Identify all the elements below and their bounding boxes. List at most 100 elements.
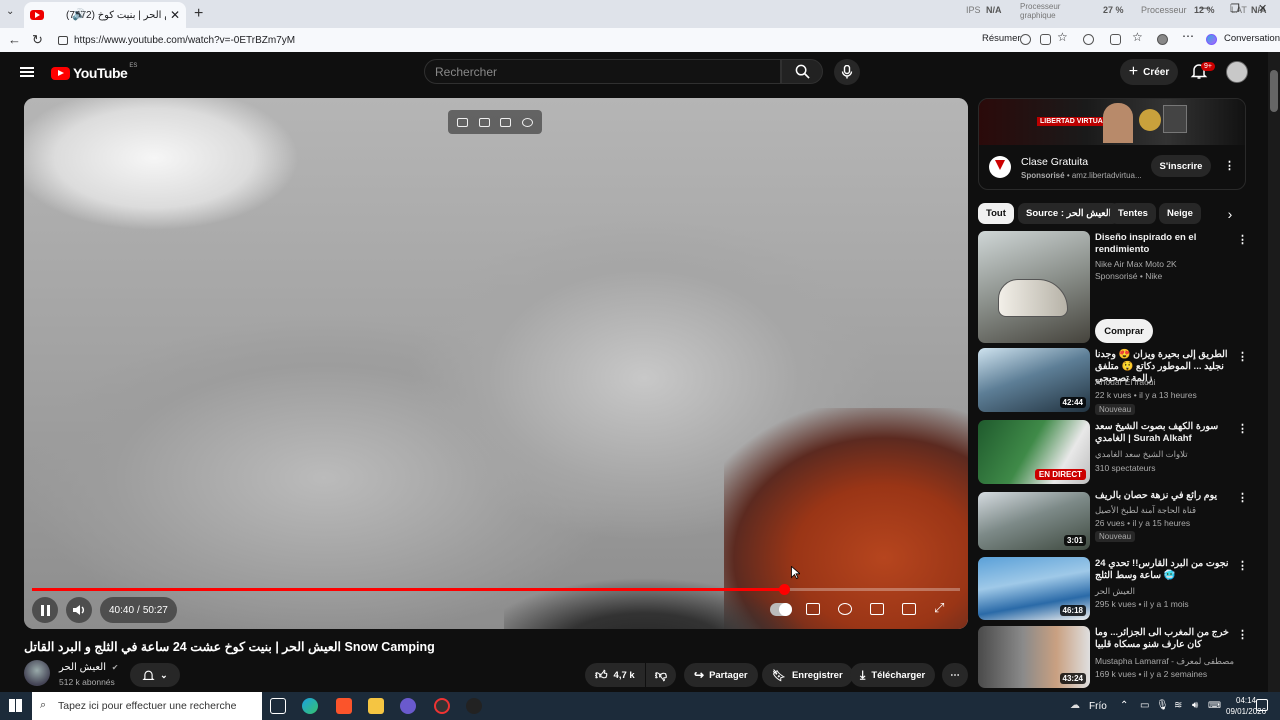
related-thumbnail-2[interactable]: EN DIRECT: [978, 420, 1090, 484]
related-title-4[interactable]: نجوت من البرد القارس!! تحدي 24 ساعة وسط …: [1095, 558, 1235, 582]
read-mode-icon[interactable]: [1040, 34, 1051, 45]
more-options-icon[interactable]: ⋯: [1182, 29, 1194, 43]
sidebar-ad[interactable]: LIBERTAD VIRTUAL Clase Gratuita Sponsori…: [978, 98, 1246, 190]
tab-list-chevron-icon[interactable]: ⌄: [6, 6, 14, 17]
app-icon-purple[interactable]: [400, 698, 416, 714]
cast-icon[interactable]: [902, 603, 916, 615]
url-field[interactable]: https://www.youtube.com/watch?v=-0ETrBZm…: [52, 31, 972, 49]
tray-chevron-icon[interactable]: ⌃: [1120, 700, 1128, 711]
keyboard-layout-icon[interactable]: ⌨: [1208, 700, 1221, 711]
tab-close-icon[interactable]: ✕: [170, 8, 180, 22]
theater-mode-icon[interactable]: [870, 603, 884, 615]
fullscreen-icon[interactable]: ⤢: [934, 600, 944, 616]
related-title-3[interactable]: يوم رائع في نزهة حصان بالريف: [1095, 490, 1235, 502]
translate-icon[interactable]: [521, 117, 533, 127]
pause-button[interactable]: [32, 597, 58, 623]
minimize-icon[interactable]: —: [1199, 2, 1210, 14]
share-video-icon[interactable]: [500, 117, 512, 127]
weather-label[interactable]: Frío: [1089, 701, 1107, 712]
microphone-tray-icon[interactable]: 🎙︎: [1156, 700, 1169, 711]
save-button[interactable]: 🔖︎ Enregistrer: [762, 663, 853, 687]
subscription-bell-button[interactable]: ⌄: [130, 663, 180, 687]
related-menu-icon-2[interactable]: ⋮: [1237, 422, 1248, 435]
favorites-icon[interactable]: ☆: [1132, 30, 1143, 44]
related-menu-icon-3[interactable]: ⋮: [1237, 491, 1248, 504]
profile-icon[interactable]: [1157, 34, 1168, 45]
chip-snow[interactable]: Neige: [1159, 203, 1201, 224]
sys-gpu-label: Processeur graphique: [1020, 2, 1061, 20]
buy-button[interactable]: Comprar: [1095, 319, 1153, 343]
autoplay-toggle[interactable]: [770, 603, 792, 616]
subscribe-ad-button[interactable]: S'inscrire: [1151, 155, 1211, 177]
create-button[interactable]: + Créer: [1120, 59, 1178, 85]
capcut-icon[interactable]: [466, 698, 482, 714]
channel-name[interactable]: العيش الحر ✔: [59, 662, 118, 673]
copilot-icon[interactable]: [1206, 34, 1217, 45]
related-thumbnail-5[interactable]: 43:24: [978, 626, 1090, 688]
like-button[interactable]: 👍︎ 4,7 k: [585, 663, 645, 687]
channel-avatar[interactable]: [24, 660, 50, 686]
new-tab-icon[interactable]: +: [194, 5, 203, 23]
resumer-button[interactable]: Résumer: [982, 33, 1021, 44]
sponsored-thumbnail[interactable]: [978, 231, 1090, 343]
site-info-icon[interactable]: [58, 35, 68, 45]
network-icon[interactable]: ▭: [1140, 700, 1149, 711]
extensions-icon[interactable]: [1083, 34, 1094, 45]
app-icon-red-circle[interactable]: [434, 698, 450, 714]
task-view-icon[interactable]: [270, 698, 286, 714]
related-title-5[interactable]: خرج من المغرب الى الجزائر... وما كان عار…: [1095, 627, 1235, 651]
more-actions-button[interactable]: ⋯: [942, 663, 968, 687]
video-window-icon[interactable]: [478, 117, 490, 127]
taskbar-search-input[interactable]: ⌕ Tapez ici pour effectuer une recherche: [32, 692, 262, 720]
refresh-icon[interactable]: ↻: [32, 32, 43, 48]
notification-center-icon[interactable]: [1256, 699, 1268, 711]
windows-start-icon[interactable]: [9, 699, 22, 712]
ad-menu-icon[interactable]: ⋮: [1224, 159, 1235, 172]
favorite-star-icon[interactable]: ☆: [1057, 30, 1068, 44]
chip-all[interactable]: Tout: [978, 203, 1014, 224]
chips-next-icon[interactable]: ›: [1216, 203, 1244, 224]
youtube-logo[interactable]: YouTube ES: [51, 63, 137, 81]
related-title-2[interactable]: سورة الكهف بصوت الشيخ سعد الغامدي | Sura…: [1095, 421, 1235, 445]
search-button[interactable]: [781, 59, 823, 84]
video-player[interactable]: 40:40 / 50:27 ⤢: [24, 98, 968, 629]
related-menu-icon-4[interactable]: ⋮: [1237, 559, 1248, 572]
chip-source[interactable]: Source : العيش الحر: [1018, 203, 1120, 224]
summarize-icon[interactable]: [1020, 34, 1031, 45]
chip-tents[interactable]: Tentes: [1110, 203, 1156, 224]
account-avatar[interactable]: [1226, 61, 1248, 83]
related-menu-icon-5[interactable]: ⋮: [1237, 628, 1248, 641]
browser-tab-youtube[interactable]: 🔊 (7672) العيش الحر | بنيت كوخ ... ✕: [24, 2, 186, 28]
related-menu-icon-1[interactable]: ⋮: [1237, 350, 1248, 363]
sponsored-title[interactable]: Diseño inspirado en el rendimiento: [1095, 232, 1235, 256]
settings-gear-icon[interactable]: [838, 603, 852, 615]
wifi-icon[interactable]: ≋: [1174, 700, 1182, 711]
back-icon[interactable]: ←: [8, 32, 21, 47]
edge-icon[interactable]: [302, 698, 318, 714]
progress-bar[interactable]: [32, 584, 960, 595]
download-button[interactable]: ⤓ Télécharger: [850, 663, 936, 687]
volume-button[interactable]: [66, 597, 92, 623]
volume-tray-icon[interactable]: 🔊︎: [1192, 700, 1198, 711]
split-screen-icon[interactable]: [1110, 34, 1121, 45]
file-explorer-icon[interactable]: [368, 698, 384, 714]
menu-icon[interactable]: [20, 67, 34, 77]
related-thumbnail-4[interactable]: 46:18: [978, 557, 1090, 620]
scrollbar-thumb[interactable]: [1270, 70, 1278, 112]
close-window-icon[interactable]: ✕: [1258, 2, 1267, 15]
related-thumbnail-1[interactable]: 42:44: [978, 348, 1090, 412]
dislike-button[interactable]: 👎︎: [646, 663, 676, 687]
weather-icon[interactable]: ☁: [1070, 700, 1080, 711]
progress-scrubber[interactable]: [778, 584, 790, 595]
page-scrollbar[interactable]: [1268, 52, 1280, 692]
related-thumbnail-3[interactable]: 3:01: [978, 492, 1090, 550]
share-button[interactable]: ↪ Partager: [684, 663, 758, 687]
voice-search-button[interactable]: [834, 59, 860, 85]
brave-icon[interactable]: [336, 698, 352, 714]
conversation-button[interactable]: Conversation: [1224, 33, 1280, 44]
search-input[interactable]: Rechercher: [424, 59, 781, 84]
sponsored-menu-icon[interactable]: ⋮: [1237, 233, 1248, 246]
subtitles-icon[interactable]: [806, 603, 820, 615]
miniplayer-icon[interactable]: [457, 117, 469, 127]
restore-icon[interactable]: ❐: [1230, 2, 1240, 15]
